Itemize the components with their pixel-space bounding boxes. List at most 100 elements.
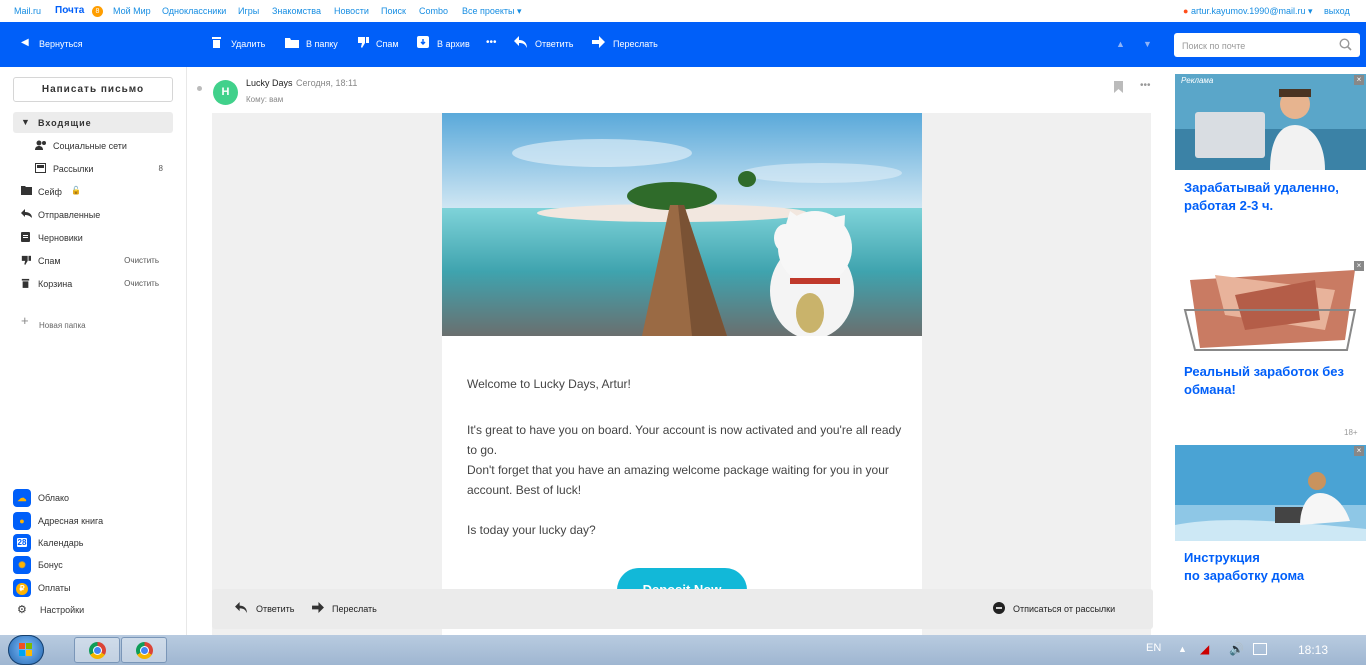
sender-name[interactable]: Lucky Days	[246, 78, 293, 88]
search-input[interactable]: Поиск по почте	[1174, 33, 1360, 57]
close-ad-icon[interactable]: ×	[1354, 446, 1364, 456]
topnav-link-mail[interactable]: Почта	[55, 5, 84, 16]
search-icon[interactable]	[1339, 38, 1352, 53]
tray-app-icon[interactable]: ◢	[1200, 642, 1209, 656]
reply-arrow-icon	[235, 602, 247, 615]
compose-button[interactable]: Написать письмо	[13, 77, 173, 102]
ad-title-3[interactable]: Инструкция по заработку дома	[1184, 549, 1354, 585]
reply-button[interactable]: Ответить	[535, 39, 573, 49]
email-content: Welcome to Lucky Days, Artur! It's great…	[442, 113, 922, 635]
next-message-icon[interactable]: ▼	[1143, 38, 1152, 50]
folder-trash[interactable]: Корзина Очистить	[13, 273, 173, 294]
bottom-forward-button[interactable]: Переслать	[332, 604, 377, 614]
tray-expand-icon[interactable]: ▲	[1178, 644, 1187, 654]
move-to-folder-button[interactable]: В папку	[306, 39, 338, 49]
bookmark-icon[interactable]	[1114, 80, 1123, 98]
start-button[interactable]	[8, 635, 44, 665]
contacts-icon: ●	[13, 512, 31, 530]
ad-title-3-line1: Инструкция	[1184, 550, 1260, 565]
ad-title-2[interactable]: Реальный заработок без обмана!	[1184, 363, 1354, 399]
taskbar-chrome-1[interactable]	[74, 637, 120, 663]
age-rating: 18+	[1344, 428, 1358, 437]
bottom-reply-button[interactable]: Ответить	[256, 604, 294, 614]
topnav-link-dating[interactable]: Знакомства	[272, 6, 321, 16]
message-toolbar: ◀ Вернуться Удалить В папку Спам В архив…	[0, 22, 1366, 67]
people-icon	[35, 140, 47, 153]
trash-icon	[21, 278, 30, 291]
more-dots-icon[interactable]: •••	[1140, 80, 1151, 91]
newsletters-count: 8	[158, 164, 163, 173]
taskbar-chrome-2[interactable]	[121, 637, 167, 663]
folder-drafts[interactable]: Черновики	[13, 227, 173, 248]
draft-icon	[21, 232, 30, 245]
app-cloud-label: Облако	[38, 493, 70, 503]
paragraph-3: Is today your lucky day?	[467, 523, 596, 537]
clear-trash-button[interactable]: Очистить	[124, 279, 159, 288]
topnav-link-news[interactable]: Новости	[334, 6, 369, 16]
portal-topbar: Mail.ru Почта 8 Мой Мир Одноклассники Иг…	[0, 0, 1366, 22]
thumb-down-icon	[21, 255, 31, 268]
folder-safe[interactable]: Сейф 🔓	[13, 181, 173, 202]
prev-message-icon[interactable]: ▲	[1116, 38, 1125, 50]
clock[interactable]: 18:13	[1298, 643, 1328, 657]
chrome-icon	[89, 642, 106, 659]
folder-inbox[interactable]: ▼ Входящие	[13, 112, 173, 133]
unsubscribe-icon	[993, 602, 1005, 616]
hero-image	[442, 113, 922, 336]
folder-spam[interactable]: Спам Очистить	[13, 250, 173, 271]
topnav-link-moymir[interactable]: Мой Мир	[113, 6, 151, 16]
volume-icon[interactable]: 🔊	[1229, 642, 1244, 656]
settings-label: Настройки	[40, 605, 85, 615]
ad-image-3[interactable]: ×	[1175, 445, 1366, 541]
thumb-down-icon	[357, 36, 369, 50]
back-button[interactable]: Вернуться	[39, 39, 83, 49]
mail-unread-badge: 8	[92, 6, 103, 17]
language-indicator[interactable]: EN	[1146, 642, 1161, 654]
ads-column: Реклама × Зарабатывай удаленно, работая …	[1168, 67, 1366, 635]
topnav-link-games[interactable]: Игры	[238, 6, 259, 16]
folder-social[interactable]: Социальные сети	[13, 135, 173, 156]
topnav-all-projects[interactable]: Все проекты ▾	[462, 6, 522, 17]
recipient-line: Кому: вам	[246, 95, 284, 104]
forward-arrow-icon	[312, 602, 324, 615]
app-contacts-label: Адресная книга	[38, 516, 104, 526]
folder-sent[interactable]: Отправленные	[13, 204, 173, 225]
ad-title-1[interactable]: Зарабатывай удаленно, работая 2-3 ч.	[1184, 179, 1354, 215]
user-dot-icon: ●	[1183, 6, 1191, 16]
calendar-icon: 28	[13, 534, 31, 552]
topnav-link-ok[interactable]: Одноклассники	[162, 6, 226, 16]
ad-image-1[interactable]: Реклама ×	[1175, 74, 1366, 170]
folder-newsletters[interactable]: Рассылки 8	[13, 158, 173, 179]
clear-spam-button[interactable]: Очистить	[124, 256, 159, 265]
delete-button[interactable]: Удалить	[231, 39, 265, 49]
topnav-link-combo[interactable]: Combo	[419, 6, 448, 16]
ad-label: Реклама	[1181, 76, 1214, 85]
new-folder-button[interactable]: + Новая папка	[13, 313, 173, 334]
more-actions-button[interactable]: •••	[486, 37, 497, 48]
forward-button[interactable]: Переслать	[613, 39, 658, 49]
logout-link[interactable]: выход	[1324, 6, 1350, 16]
folder-trash-label: Корзина	[38, 279, 73, 289]
greeting-text: Welcome to Lucky Days, Artur!	[467, 377, 631, 391]
network-icon[interactable]	[1253, 643, 1267, 655]
close-ad-icon[interactable]: ×	[1354, 75, 1364, 85]
archive-button[interactable]: В архив	[437, 39, 470, 49]
paragraph-2: Don't forget that you have an amazing we…	[467, 463, 889, 497]
spam-button[interactable]: Спам	[376, 39, 399, 49]
ad-image-2[interactable]: ×	[1175, 260, 1366, 356]
reply-arrow-icon	[514, 36, 527, 50]
unsubscribe-button[interactable]: Отписаться от рассылки	[1013, 604, 1115, 614]
trash-icon	[211, 36, 222, 50]
close-ad-icon[interactable]: ×	[1354, 261, 1364, 271]
folder-spam-label: Спам	[38, 256, 61, 266]
unread-dot[interactable]	[197, 86, 202, 91]
gear-icon: ⚙	[17, 604, 27, 616]
new-folder-label: Новая папка	[39, 321, 86, 330]
paragraph-1: It's great to have you on board. Your ac…	[467, 423, 902, 457]
payments-icon: ₽	[13, 579, 31, 597]
topnav-link-mailru[interactable]: Mail.ru	[14, 6, 41, 16]
sender-avatar: H	[213, 80, 238, 105]
message-body: Welcome to Lucky Days, Artur! It's great…	[212, 113, 1151, 635]
topnav-link-search[interactable]: Поиск	[381, 6, 406, 16]
user-account-menu[interactable]: ● artur.kayumov.1990@mail.ru ▾	[1183, 6, 1312, 17]
